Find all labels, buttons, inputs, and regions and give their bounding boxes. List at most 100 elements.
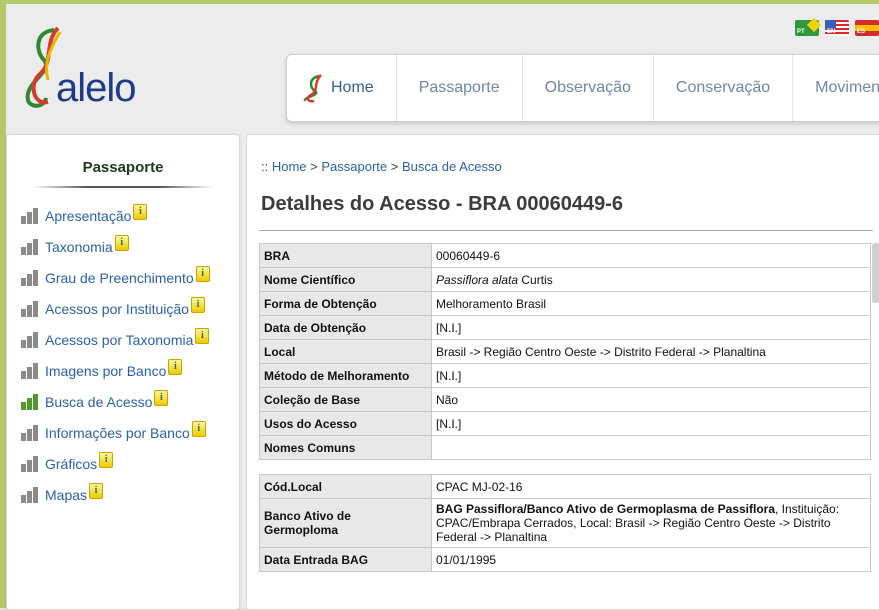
- sidebar-title: Passaporte: [82, 159, 164, 176]
- sidebar-item[interactable]: Grau de Preenchimento i: [7, 262, 239, 293]
- nav-observacao[interactable]: Observação: [523, 55, 654, 121]
- table-row: Cód.Local CPAC MJ-02-16: [259, 474, 871, 499]
- info-icon[interactable]: i: [168, 358, 183, 375]
- info-icon[interactable]: i: [190, 296, 205, 313]
- info-icon[interactable]: i: [133, 203, 148, 220]
- field-value: CPAC MJ-02-16: [431, 474, 871, 499]
- field-label: Cód.Local: [259, 474, 432, 499]
- details-table: BRA 00060449-6 Nome Científico Passiflora a…: [259, 243, 871, 572]
- breadcrumb-busca-de-acesso[interactable]: Busca de Acesso: [402, 159, 502, 174]
- sidebar-item-label: Acessos por Taxonomia: [45, 331, 194, 348]
- table-row: Usos do Acesso [N.I.]: [259, 411, 871, 436]
- field-value-text: 00060449-6: [436, 248, 501, 263]
- field-value-text: Não: [436, 392, 459, 407]
- sidebar-item-label: Gráficos: [45, 455, 98, 472]
- field-label: Forma de Obtenção: [259, 291, 432, 316]
- field-value-text: 01/01/1995: [436, 552, 497, 567]
- field-value-text: Melhoramento Brasil: [436, 296, 547, 311]
- table-row: Coleção de Base Não: [259, 387, 871, 412]
- sidebar-item[interactable]: Mapas i: [7, 479, 239, 510]
- nav-home[interactable]: Home: [287, 55, 397, 121]
- brand-name: alelo: [56, 66, 137, 110]
- bar-chart-icon: [21, 238, 39, 255]
- table-row: Data Entrada BAG 01/01/1995: [259, 547, 871, 572]
- header: alelo PT EN ES Home Passaporte Observaçã…: [6, 4, 879, 124]
- sidebar-item[interactable]: Imagens por Banco i: [7, 355, 239, 386]
- bar-chart-icon: [21, 207, 39, 224]
- scrollbar[interactable]: [872, 243, 879, 303]
- field-value-text: CPAC MJ-02-16: [436, 479, 523, 494]
- field-label: BRA: [259, 243, 432, 268]
- sidebar-item-label: Grau de Preenchimento: [45, 269, 194, 286]
- bar-chart-icon: [21, 269, 39, 286]
- bar-chart-icon: [21, 362, 39, 379]
- nav-movimentacao[interactable]: Movimentação: [793, 55, 879, 121]
- table-row: BRA 00060449-6: [259, 243, 871, 268]
- field-value: [431, 435, 871, 460]
- field-value-text: [N.I.]: [436, 320, 462, 335]
- field-value-text: Brasil -> Região Centro Oeste -> Distrit…: [436, 344, 766, 359]
- field-value: Não: [431, 387, 871, 412]
- sidebar-item[interactable]: Acessos por Instituição i: [7, 293, 239, 324]
- field-value-text: Curtis: [518, 272, 553, 287]
- info-icon[interactable]: i: [154, 389, 169, 406]
- table-spacer-cell: [259, 459, 871, 475]
- sidebar-item[interactable]: Apresentação i: [7, 200, 239, 231]
- nav-home-label: Home: [331, 79, 374, 96]
- info-icon[interactable]: i: [89, 482, 104, 499]
- table-row: Método de Melhoramento [N.I.]: [259, 363, 871, 388]
- field-label: Método de Melhoramento: [259, 363, 432, 388]
- table-row: Data de Obtenção [N.I.]: [259, 315, 871, 340]
- sidebar-item-label: Imagens por Banco: [45, 362, 167, 379]
- nav-conservacao[interactable]: Conservação: [654, 55, 794, 121]
- bar-chart-icon: [21, 393, 39, 410]
- field-value: [N.I.]: [431, 363, 871, 388]
- page-title: Detalhes do Acesso - BRA 00060449-6: [261, 193, 624, 215]
- flag-es-label: ES: [857, 29, 866, 35]
- title-divider: [259, 230, 873, 231]
- flag-en-icon[interactable]: EN: [825, 20, 849, 36]
- field-value: Brasil -> Região Centro Oeste -> Distrit…: [431, 339, 871, 364]
- flag-pt-icon[interactable]: PT: [795, 17, 822, 36]
- sidebar-item-label: Informações por Banco: [45, 424, 190, 441]
- language-flags: PT EN ES: [795, 17, 879, 36]
- sidebar-menu: Apresentação i Taxonomia i Grau de Preenchim…: [7, 200, 239, 510]
- field-value-bold: BAG Passiflora/Banco Ativo de Germoplasm…: [436, 502, 775, 516]
- info-icon[interactable]: i: [191, 420, 206, 437]
- table-row: Local Brasil -> Região Centro Oeste -> Di…: [259, 339, 871, 364]
- table-row: Nome Científico Passiflora alata Curtis: [259, 267, 871, 292]
- bar-chart-icon: [21, 455, 39, 472]
- sidebar-item[interactable]: Informações por Banco i: [7, 417, 239, 448]
- table-row: Nomes Comuns: [259, 435, 871, 460]
- table-row: Banco Ativo de Germoploma BAG Passiflora/…: [259, 498, 871, 548]
- info-icon[interactable]: i: [195, 327, 210, 344]
- bar-chart-icon: [21, 300, 39, 317]
- field-label: Data de Obtenção: [259, 315, 432, 340]
- sidebar-item[interactable]: Taxonomia i: [7, 231, 239, 262]
- sidebar-item[interactable]: Acessos por Taxonomia i: [7, 324, 239, 355]
- field-value: Passiflora alata Curtis: [431, 267, 871, 292]
- info-icon[interactable]: i: [195, 265, 210, 282]
- info-icon[interactable]: i: [99, 451, 114, 468]
- field-value-italic: Passiflora alata: [436, 272, 519, 287]
- sidebar-item-label: Apresentação: [45, 207, 132, 224]
- breadcrumb-separator: >: [390, 159, 399, 174]
- flag-es-icon[interactable]: ES: [855, 20, 879, 36]
- nav-passaporte[interactable]: Passaporte: [397, 55, 523, 121]
- alelo-logo[interactable]: alelo: [14, 22, 144, 112]
- field-label: Data Entrada BAG: [259, 547, 432, 572]
- sidebar-item-label: Taxonomia: [45, 238, 113, 255]
- main-nav: Home Passaporte Observação Conservação M…: [286, 54, 879, 122]
- home-logo-icon: [303, 74, 322, 103]
- breadcrumb-prefix: ::: [261, 159, 269, 174]
- breadcrumb-passaporte[interactable]: Passaporte: [321, 159, 387, 174]
- sidebar-item[interactable]: Gráficos i: [7, 448, 239, 479]
- sidebar: Passaporte Apresentação i Taxonomia i Grau d…: [6, 134, 240, 610]
- field-value-text: [N.I.]: [436, 368, 462, 383]
- sidebar-item-label: Mapas: [45, 486, 88, 503]
- breadcrumb-home[interactable]: Home: [272, 159, 307, 174]
- info-icon[interactable]: i: [114, 234, 129, 251]
- field-label: Nome Científico: [259, 267, 432, 292]
- sidebar-item[interactable]: Busca de Acesso i: [7, 386, 239, 417]
- field-label: Nomes Comuns: [259, 435, 432, 460]
